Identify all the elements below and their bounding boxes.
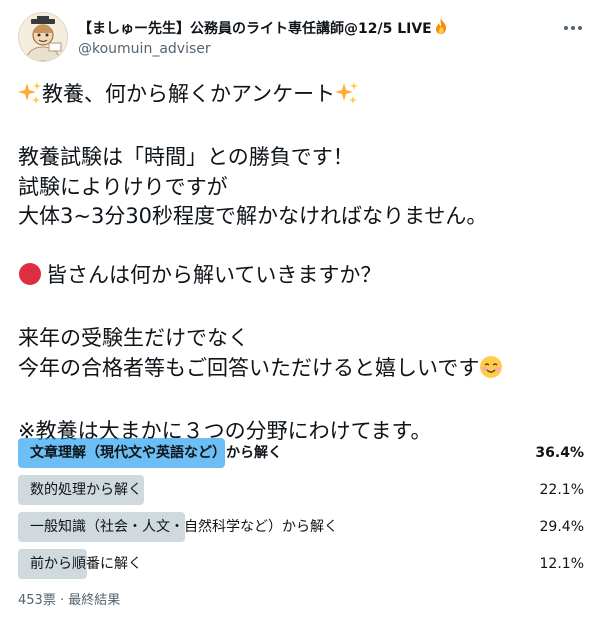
author-display-name[interactable]: 【ましゅー先生】公務員のライト専任講師@12/5 LIVE: [78, 21, 432, 37]
tweet-line: [18, 295, 588, 325]
tweet-line: 今年の合格者等もご回答いただけると嬉しいです: [18, 354, 588, 388]
poll-option[interactable]: 文章理解（現代文や英語など）から解く 36.4%: [18, 438, 586, 468]
smiling-face-icon: [479, 355, 503, 388]
tweet-line: [18, 232, 588, 262]
avatar[interactable]: [18, 12, 68, 62]
poll-option-percent: 12.1%: [539, 556, 584, 572]
poll-option-percent: 36.4%: [535, 445, 584, 461]
sparkles-icon: [18, 81, 42, 114]
more-options-icon[interactable]: [562, 17, 584, 39]
poll-option[interactable]: 数的処理から解く 22.1%: [18, 475, 586, 505]
poll-option-label: 前から順番に解く: [30, 556, 142, 572]
tweet-line: [18, 114, 588, 144]
tweet-line: 教養試験は「時間」との勝負です！: [18, 145, 354, 169]
tweet-line: [18, 387, 588, 417]
tweet-line: 試験によりけりですが: [18, 174, 228, 199]
fire-icon: [433, 17, 449, 41]
poll: 文章理解（現代文や英語など）から解く 36.4% 数的処理から解く 22.1% …: [18, 438, 586, 586]
tweet-line: 教養、何から解くかアンケート: [18, 80, 588, 114]
poll-option-label: 一般知識（社会・人文・自然科学など）から解く: [30, 519, 338, 535]
poll-option-percent: 22.1%: [539, 482, 584, 498]
sparkles-icon: [335, 81, 359, 114]
poll-footer: 453票 · 最終結果: [18, 593, 121, 608]
poll-option-label: 数的処理から解く: [30, 482, 142, 498]
red-circle-icon: [18, 262, 42, 295]
poll-option-label: 文章理解（現代文や英語など）から解く: [30, 445, 282, 461]
poll-option[interactable]: 一般知識（社会・人文・自然科学など）から解く 29.4%: [18, 512, 586, 542]
poll-option[interactable]: 前から順番に解く 12.1%: [18, 549, 586, 579]
tweet-line: 皆さんは何から解いていきますか？: [18, 261, 588, 295]
tweet-line: 来年の受験生だけでなく: [18, 326, 249, 350]
author-handle[interactable]: @koumuin_adviser: [78, 39, 211, 59]
author-name-row[interactable]: 【ましゅー先生】公務員のライト専任講師@12/5 LIVE: [78, 17, 449, 41]
tweet-text: 教養、何から解くかアンケート 教養試験は「時間」との勝負です！ 試験によりけりで…: [18, 80, 588, 446]
poll-option-percent: 29.4%: [539, 519, 584, 535]
tweet-line: 大体3~3分30秒程度で解かなければなりません。: [18, 204, 488, 228]
